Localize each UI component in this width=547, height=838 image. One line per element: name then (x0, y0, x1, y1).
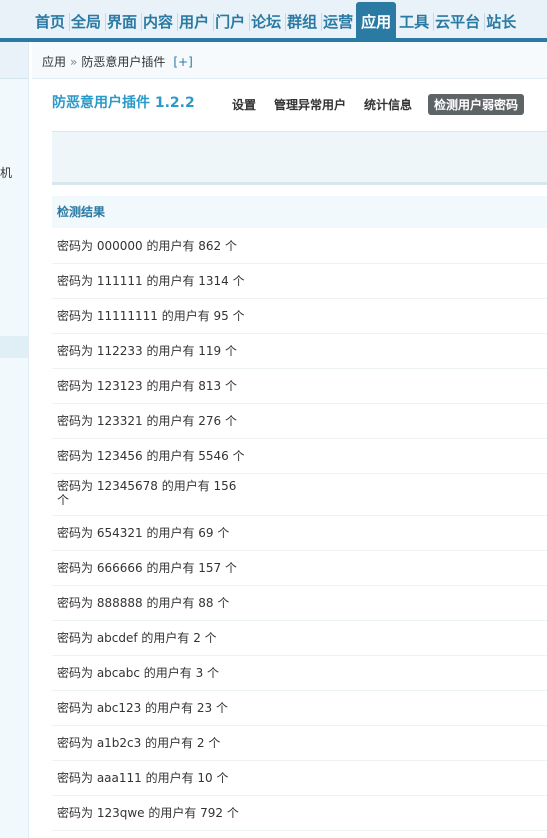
result-text: 密码为 12345678 的用户有 156 个 (57, 479, 237, 507)
list-item: 密码为 112233 的用户有 119 个 (52, 334, 547, 369)
list-item: 密码为 123321 的用户有 276 个 (52, 404, 547, 439)
list-item: 密码为 111111 的用户有 1314 个 (52, 264, 547, 299)
breadcrumb-current: 防恶意用户插件 (81, 55, 166, 69)
sidebar-item-label[interactable]: 机 (0, 164, 12, 181)
tab-item[interactable]: 检测用户弱密码 (428, 94, 525, 115)
list-item: 密码为 abcabc 的用户有 3 个 (52, 656, 547, 691)
list-item: 密码为 666666 的用户有 157 个 (52, 551, 547, 586)
nav-item[interactable]: 群组 (284, 0, 323, 38)
result-text: 密码为 000000 的用户有 862 个 (57, 239, 237, 253)
plugin-header: 防恶意用户插件 1.2.2 设置 管理异常用户 统计信息 检测用户弱密码 (52, 92, 547, 118)
tab-item[interactable]: 设置 (230, 94, 258, 115)
result-text: 密码为 abcabc 的用户有 3 个 (57, 666, 220, 680)
add-shortcut-link[interactable]: [+] (173, 42, 192, 82)
info-panel (52, 131, 547, 185)
result-text: 密码为 111111 的用户有 1314 个 (57, 274, 245, 288)
tab-item[interactable]: 管理异常用户 (272, 94, 348, 115)
breadcrumb-root[interactable]: 应用 (42, 42, 66, 82)
result-text: 密码为 123456 的用户有 5546 个 (57, 449, 245, 463)
results-list: 密码为 000000 的用户有 862 个密码为 111111 的用户有 131… (52, 229, 547, 831)
nav-item[interactable]: 门户 (212, 0, 251, 38)
result-text: 密码为 123123 的用户有 813 个 (57, 379, 237, 393)
list-item: 密码为 000000 的用户有 862 个 (52, 229, 547, 264)
list-item: 密码为 abc123 的用户有 23 个 (52, 691, 547, 726)
list-item: 密码为 a1b2c3 的用户有 2 个 (52, 726, 547, 761)
plugin-tabs: 设置 管理异常用户 统计信息 检测用户弱密码 (230, 94, 525, 115)
result-text: 密码为 123qwe 的用户有 792 个 (57, 806, 239, 820)
nav-item[interactable]: 用户 (176, 0, 215, 38)
top-navigation-bar: 首页 全局 界面 内容 用户 门户 论坛 群组 运营 应用 工具 云平台 站长 (0, 0, 547, 42)
nav-item[interactable]: 站长 (483, 0, 519, 38)
result-text: 密码为 654321 的用户有 69 个 (57, 526, 230, 540)
list-item: 密码为 abcdef 的用户有 2 个 (52, 621, 547, 656)
tab-item[interactable]: 统计信息 (362, 94, 414, 115)
results-heading-bar: 检测结果 (52, 196, 547, 228)
result-text: 密码为 11111111 的用户有 95 个 (57, 309, 245, 323)
plugin-title: 防恶意用户插件 1.2.2 (52, 95, 195, 111)
list-item: 密码为 12345678 的用户有 156 个 (52, 474, 547, 516)
breadcrumb: 应用 » 防恶意用户插件 [+] (32, 42, 547, 79)
list-item: 密码为 654321 的用户有 69 个 (52, 516, 547, 551)
results-heading: 检测结果 (57, 205, 106, 219)
result-text: 密码为 888888 的用户有 88 个 (57, 596, 230, 610)
result-text: 密码为 666666 的用户有 157 个 (57, 561, 237, 575)
nav-item[interactable]: 内容 (140, 0, 179, 38)
list-item: 密码为 123456 的用户有 5546 个 (52, 439, 547, 474)
nav-item[interactable]: 论坛 (248, 0, 287, 38)
nav-item[interactable]: 云平台 (432, 0, 486, 38)
nav-item[interactable]: 工具 (396, 0, 435, 38)
list-item: 密码为 11111111 的用户有 95 个 (52, 299, 547, 334)
list-item: 密码为 888888 的用户有 88 个 (52, 586, 547, 621)
result-text: 密码为 aaa111 的用户有 10 个 (57, 771, 229, 785)
list-item: 密码为 123123 的用户有 813 个 (52, 369, 547, 404)
result-text: 密码为 abc123 的用户有 23 个 (57, 701, 229, 715)
result-text: 密码为 a1b2c3 的用户有 2 个 (57, 736, 221, 750)
nav-item[interactable]: 全局 (68, 0, 107, 38)
list-item: 密码为 aaa111 的用户有 10 个 (52, 761, 547, 796)
nav-item[interactable]: 应用 (356, 2, 397, 38)
breadcrumb-separator: » (70, 55, 78, 69)
result-text: 密码为 112233 的用户有 119 个 (57, 344, 237, 358)
sidebar-header (0, 42, 28, 79)
result-text: 密码为 abcdef 的用户有 2 个 (57, 631, 217, 645)
sidebar-item-selected[interactable] (0, 336, 28, 358)
main-nav: 首页 全局 界面 内容 用户 门户 论坛 群组 运营 应用 工具 云平台 站长 (32, 0, 519, 38)
result-text: 密码为 123321 的用户有 276 个 (57, 414, 237, 428)
list-item: 密码为 123qwe 的用户有 792 个 (52, 796, 547, 831)
nav-item[interactable]: 首页 (32, 0, 71, 38)
left-sidebar: 机 (0, 42, 29, 838)
nav-item[interactable]: 运营 (320, 0, 356, 38)
nav-item[interactable]: 界面 (104, 0, 143, 38)
